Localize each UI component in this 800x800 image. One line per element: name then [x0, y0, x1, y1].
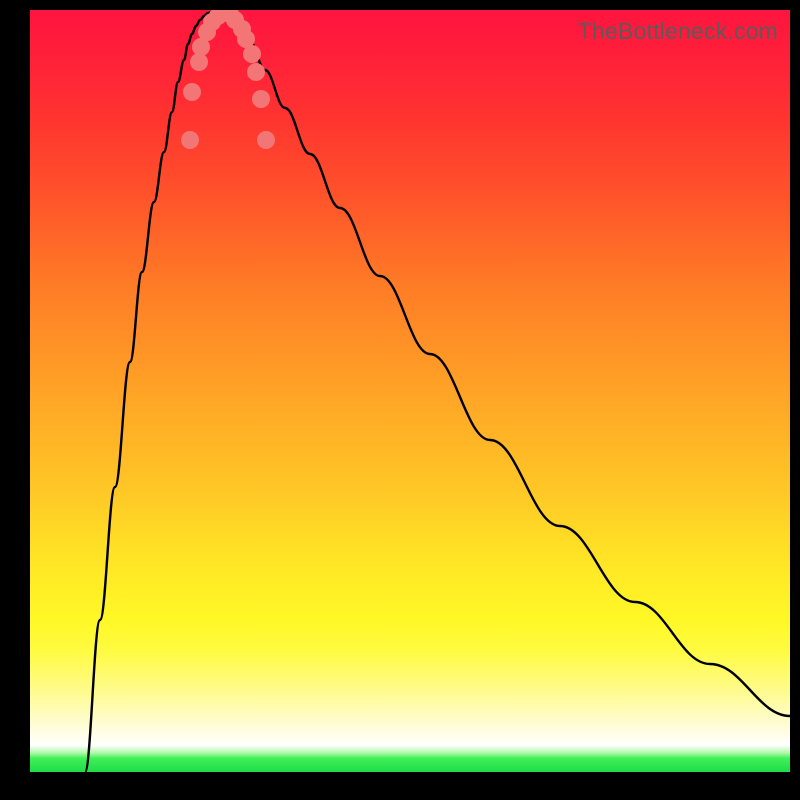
data-marker [183, 83, 201, 101]
right-curve [220, 10, 790, 716]
data-marker [257, 131, 275, 149]
markers-left [181, 10, 234, 149]
data-marker [181, 131, 199, 149]
data-marker [247, 63, 265, 81]
data-marker [243, 45, 261, 63]
data-marker [252, 90, 270, 108]
frame: TheBottleneck.com [0, 0, 800, 800]
plot-area: TheBottleneck.com [30, 10, 790, 772]
markers-right [221, 10, 275, 149]
left-curve [85, 10, 220, 772]
curves-svg [30, 10, 790, 772]
